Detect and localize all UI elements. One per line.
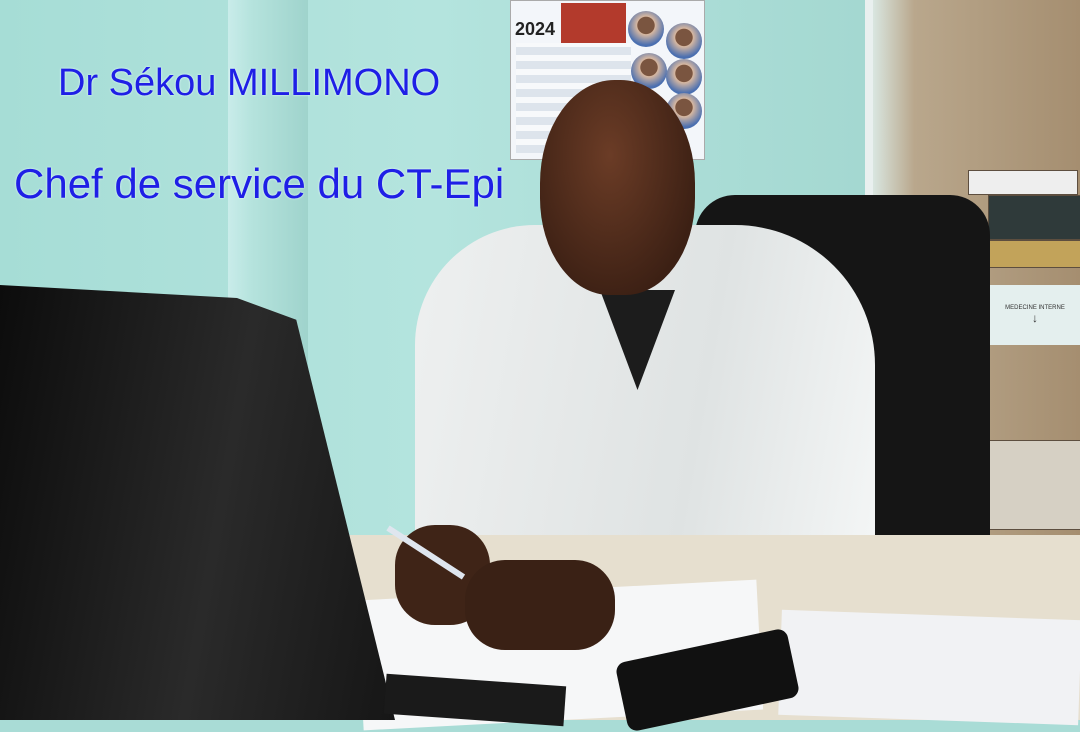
calendar-year: 2024 [515, 19, 556, 39]
portrait-photo [628, 11, 664, 47]
portrait-photo [666, 59, 702, 95]
book [968, 170, 1078, 195]
book [988, 195, 1080, 240]
caption-name: Dr Sékou MILLIMONO [58, 62, 441, 104]
portrait-photo [666, 23, 702, 59]
sign-arrow-icon: ↓ [1032, 311, 1038, 325]
book-stack [983, 440, 1080, 530]
documents [778, 609, 1080, 726]
right-hand [465, 560, 615, 650]
caption-title: Chef de service du CT-Epi [14, 160, 505, 207]
department-sign: MEDECINE INTERNE ↓ [990, 285, 1080, 345]
person-head [540, 80, 695, 295]
book [988, 240, 1080, 268]
calendar-banner [561, 3, 626, 43]
